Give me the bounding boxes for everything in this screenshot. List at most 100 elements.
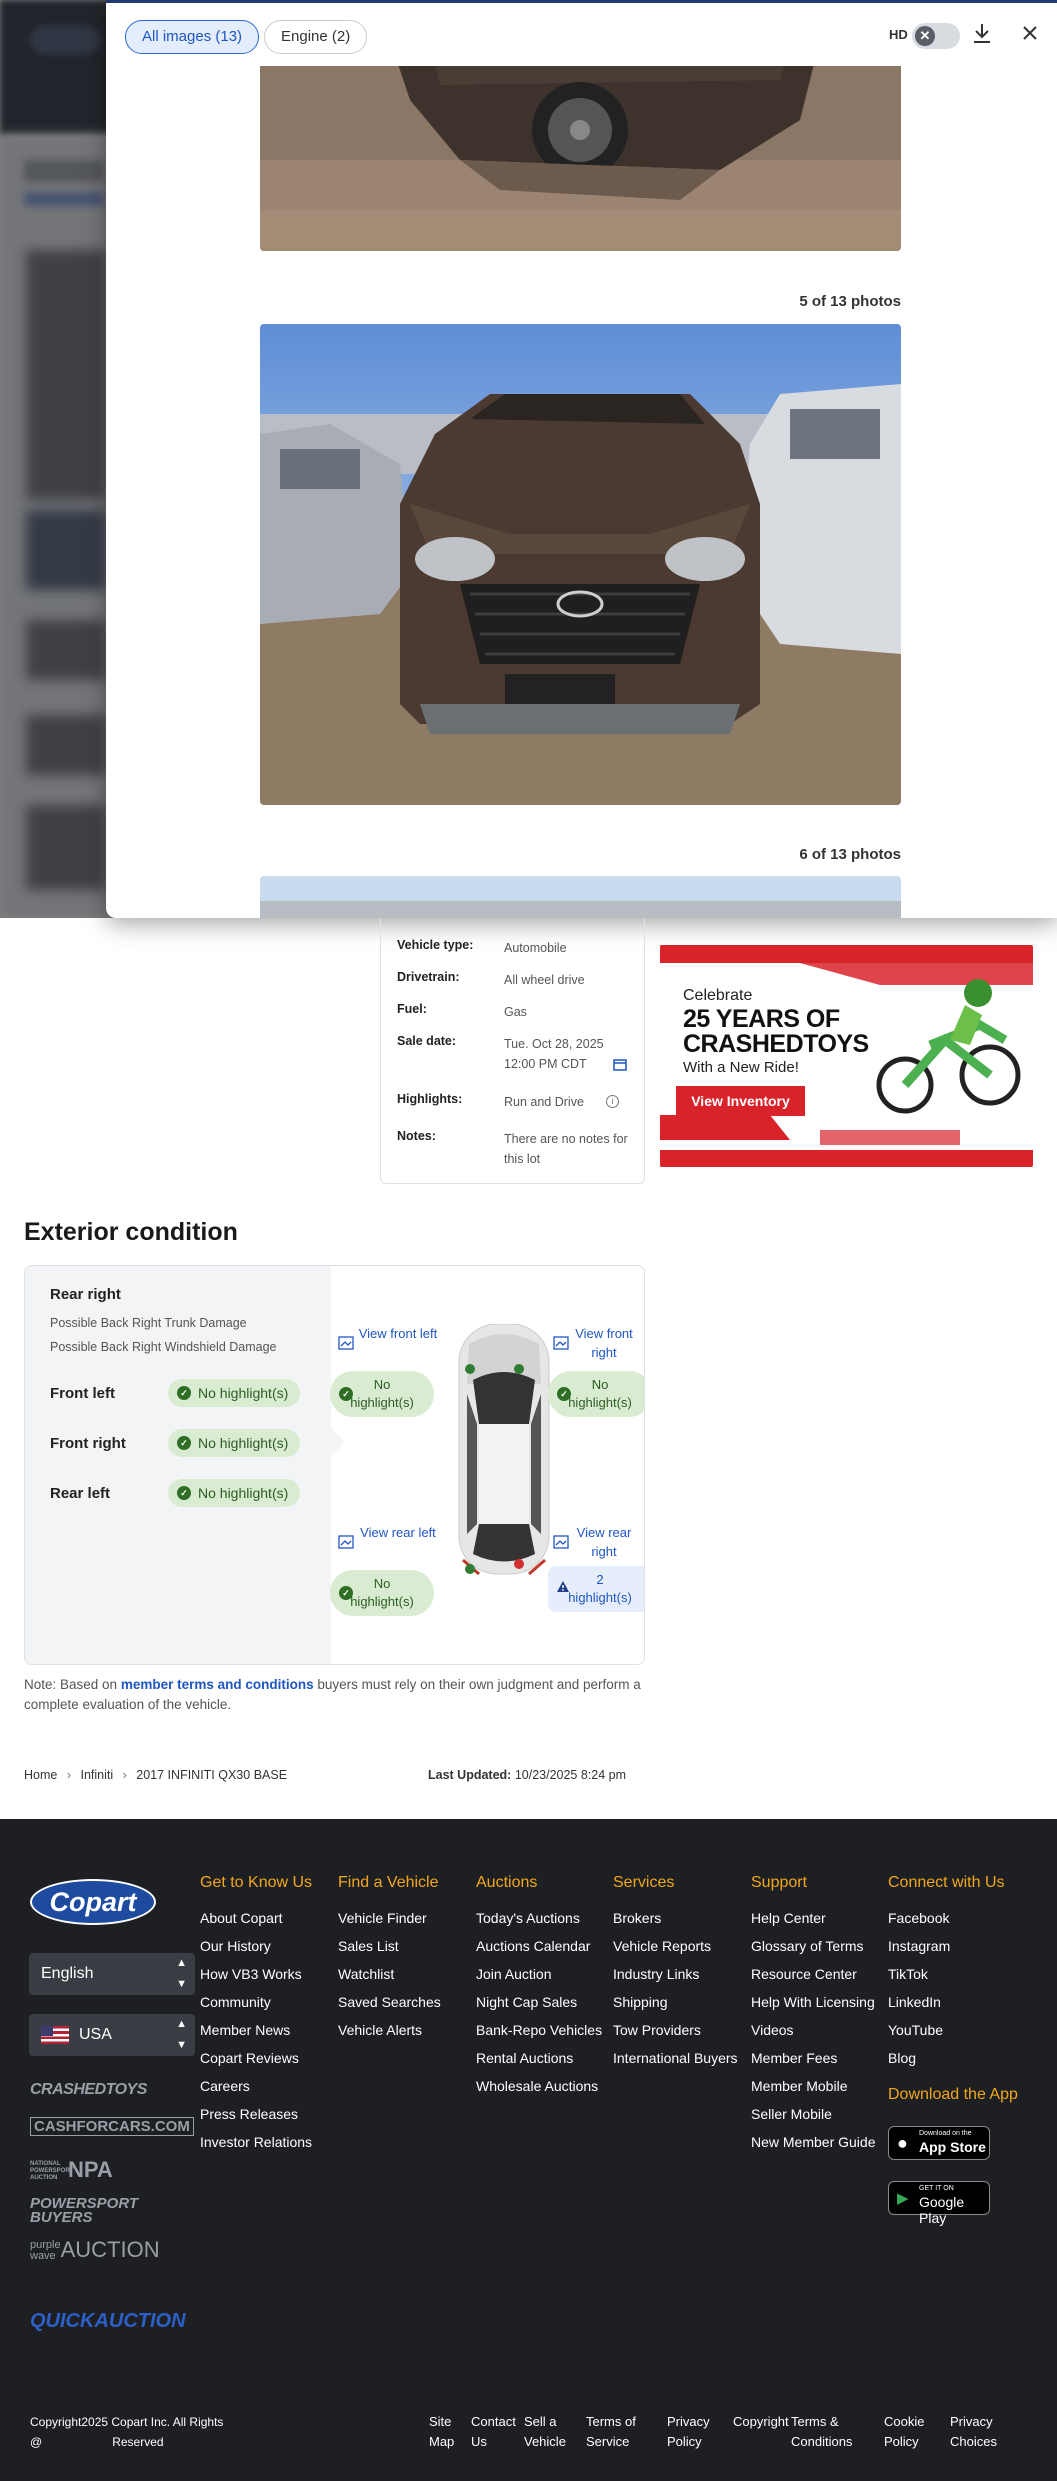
country-select[interactable]: USA ▲ ▼ (29, 2014, 195, 2056)
footer-link[interactable]: Industry Links (613, 1960, 738, 1988)
footer-link[interactable]: Member Mobile (751, 2072, 876, 2100)
last-updated-value: 10/23/2025 8:24 pm (514, 1768, 627, 1782)
check-icon: ✓ (339, 1586, 353, 1600)
footer-link[interactable]: Bank-Repo Vehicles (476, 2016, 602, 2044)
footer-link[interactable]: Night Cap Sales (476, 1988, 602, 2016)
footer-link[interactable]: Brokers (613, 1904, 738, 1932)
calendar-icon[interactable] (613, 1058, 628, 1075)
purplewave-prefix-line: wave (30, 2250, 56, 2263)
footer-link[interactable]: TikTok (888, 1960, 1018, 1988)
image-icon[interactable] (553, 1336, 569, 1350)
footer-link[interactable]: Copart Reviews (200, 2044, 312, 2072)
powersport-buyers-logo[interactable]: POWERSPORT BUYERS (30, 2196, 190, 2225)
footer-link[interactable]: About Copart (200, 1904, 312, 1932)
breadcrumb-home[interactable]: Home (24, 1768, 57, 1782)
breadcrumb-make[interactable]: Infiniti (80, 1768, 113, 1782)
footer-link[interactable]: Help Center (751, 1904, 876, 1932)
footer-col-heading: Auctions (476, 1874, 538, 1891)
footer-link[interactable]: Auctions Calendar (476, 1932, 602, 1960)
footer-link[interactable]: Watchlist (338, 1960, 441, 1988)
footer-link[interactable]: Blog (888, 2044, 1018, 2072)
footer-link-terms-conditions[interactable]: Terms & Conditions (791, 2412, 852, 2452)
app-store-badge[interactable]: ● Download on the App Store (888, 2126, 990, 2160)
footer-link[interactable]: Instagram (888, 1932, 1018, 1960)
footer-link[interactable]: Videos (751, 2016, 876, 2044)
npa-logo[interactable]: NATIONAL POWERSPORT AUCTION NPA (30, 2157, 113, 2183)
exterior-condition-card: Rear right Possible Back Right Trunk Dam… (24, 1265, 645, 1665)
view-front-left-link[interactable]: View front left (358, 1324, 438, 1343)
quickauction-logo[interactable]: QUICKAUCTION (30, 2310, 186, 2333)
image-icon[interactable] (338, 1535, 354, 1549)
footer-link-terms-service[interactable]: Terms of Service (586, 2412, 636, 2452)
purplewave-auction-logo[interactable]: purple wave AUCTION (30, 2237, 160, 2263)
footer-link[interactable]: Careers (200, 2072, 312, 2100)
member-terms-link[interactable]: member terms and conditions (121, 1677, 314, 1692)
purplewave-prefix: purple wave (30, 2240, 61, 2262)
footer-link-sell-vehicle[interactable]: Sell a Vehicle (524, 2412, 566, 2452)
footer-link[interactable]: Press Releases (200, 2100, 312, 2128)
cashforcars-logo[interactable]: CASHFORCARS.COM (30, 2117, 194, 2136)
footer-link[interactable]: Today's Auctions (476, 1904, 602, 1932)
footer-link-copyright[interactable]: Copyright (733, 2412, 789, 2432)
footer-link[interactable]: YouTube (888, 2016, 1018, 2044)
view-rear-left-link[interactable]: View rear left (358, 1523, 438, 1542)
vehicle-photo-4[interactable] (260, 40, 901, 251)
footer-link[interactable]: Investor Relations (200, 2128, 312, 2156)
hd-toggle[interactable]: ✕ (912, 23, 960, 49)
copart-logo[interactable]: Copart (30, 1879, 156, 1925)
check-icon: ✓ (177, 1436, 191, 1450)
footer-col-heading: Get to Know Us (200, 1874, 313, 1891)
footer-link[interactable]: Help With Licensing (751, 1988, 876, 2016)
sensor-dot (465, 1364, 475, 1374)
footer-link[interactable]: Wholesale Auctions (476, 2072, 602, 2100)
footer-link[interactable]: Seller Mobile (751, 2100, 876, 2128)
info-icon[interactable]: i (606, 1095, 619, 1108)
crashedtoys-ad-banner[interactable]: Celebrate 25 YEARS OF CRASHEDTOYS With a… (660, 945, 1033, 1167)
warning-icon (556, 1580, 570, 1598)
rear-right-bubble[interactable]: 2 highlight(s) (548, 1566, 644, 1612)
footer-link[interactable]: Glossary of Terms (751, 1932, 876, 1960)
footer-link[interactable]: Rental Auctions (476, 2044, 602, 2072)
footer-link[interactable]: Member Fees (751, 2044, 876, 2072)
footer-link[interactable]: International Buyers (613, 2044, 738, 2072)
crashedtoys-logo[interactable]: CRASHEDTOYS (30, 2081, 147, 2099)
footer-link[interactable]: Vehicle Reports (613, 1932, 738, 1960)
filter-chip-all-images[interactable]: All images (13) (125, 20, 260, 54)
footer-link[interactable]: Tow Providers (613, 2016, 738, 2044)
footer-link[interactable]: New Member Guide (751, 2128, 876, 2156)
footer-link[interactable]: Saved Searches (338, 1988, 441, 2016)
view-front-right-link[interactable]: View front right (573, 1324, 635, 1362)
language-select[interactable]: English ▲ ▼ (29, 1953, 195, 1995)
close-icon[interactable] (1016, 21, 1044, 49)
footer-link[interactable]: LinkedIn (888, 1988, 1018, 2016)
footer-link[interactable]: Vehicle Alerts (338, 2016, 441, 2044)
vehicle-photo-5[interactable] (260, 324, 901, 805)
footer-link[interactable]: Join Auction (476, 1960, 602, 1988)
footer-link[interactable]: Resource Center (751, 1960, 876, 1988)
footer-link-cookie-policy[interactable]: Cookie Policy (884, 2412, 924, 2452)
footer-link-privacy-policy[interactable]: Privacy Policy (667, 2412, 710, 2452)
footer-link-sitemap[interactable]: Site Map (429, 2412, 454, 2452)
footer-link[interactable]: Facebook (888, 1904, 1018, 1932)
download-icon[interactable] (968, 21, 996, 49)
footer-link[interactable]: Shipping (613, 1988, 738, 2016)
filter-chip-engine[interactable]: Engine (2) (264, 20, 368, 54)
view-rear-right-link[interactable]: View rear right (573, 1523, 635, 1561)
detail-value: Gas (504, 1005, 527, 1019)
footer-link[interactable]: Community (200, 1988, 312, 2016)
footer-link[interactable]: How VB3 Works (200, 1960, 312, 1988)
footer-link[interactable]: Member News (200, 2016, 312, 2044)
view-inventory-button[interactable]: View Inventory (676, 1086, 805, 1116)
footer-link-contact[interactable]: Contact Us (471, 2412, 516, 2452)
footer-link[interactable]: Sales List (338, 1932, 441, 1960)
vehicle-photo-6[interactable] (260, 876, 901, 918)
footer-link-line: Conditions (791, 2434, 853, 2449)
footer-link-privacy-choices[interactable]: Privacy Choices (950, 2412, 997, 2452)
footer-link[interactable]: Vehicle Finder (338, 1904, 441, 1932)
image-icon[interactable] (553, 1535, 569, 1549)
google-play-badge[interactable]: ▶ GET IT ON Google Play (888, 2181, 990, 2226)
check-icon: ✓ (177, 1386, 191, 1400)
image-icon[interactable] (338, 1336, 354, 1350)
footer-link[interactable]: Our History (200, 1932, 312, 1960)
toggle-off-icon: ✕ (915, 26, 935, 46)
